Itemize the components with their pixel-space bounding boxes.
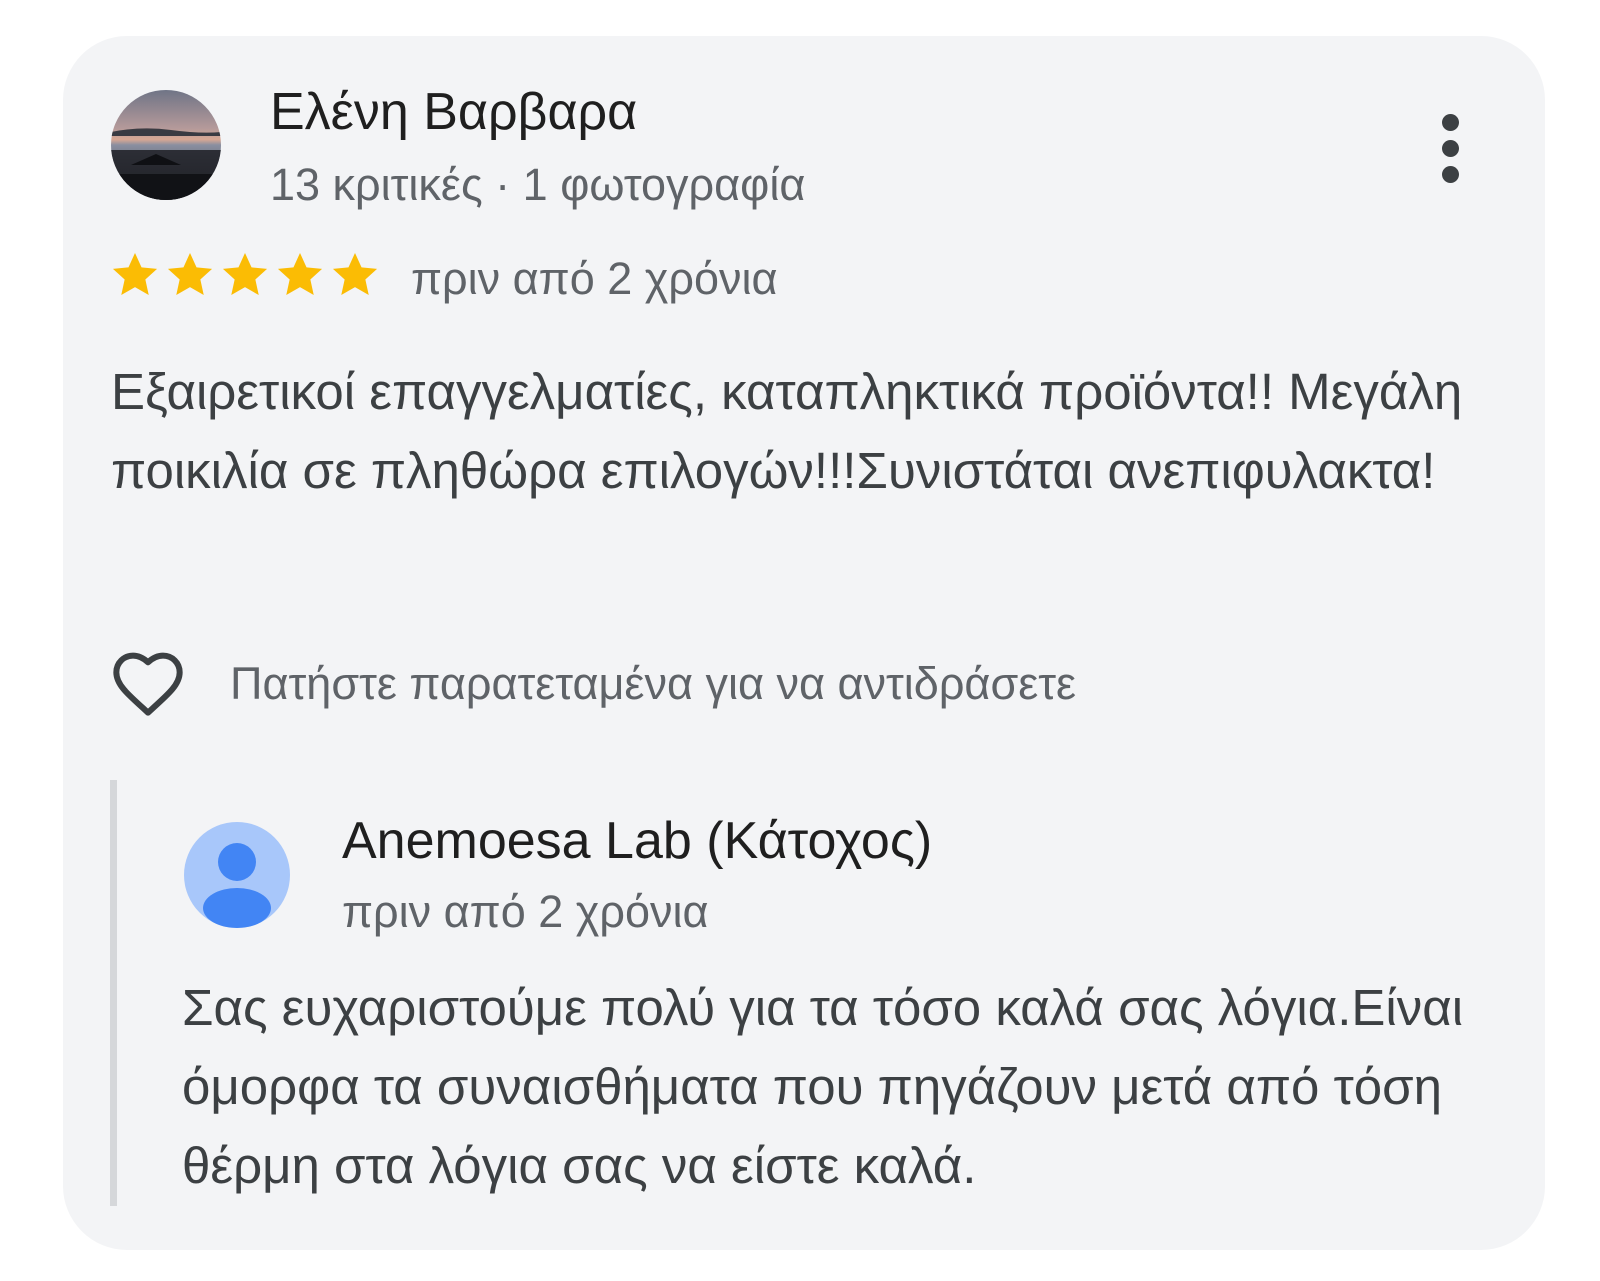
star-icon xyxy=(277,252,323,296)
heart-outline-icon xyxy=(113,652,183,716)
person-icon xyxy=(184,822,290,928)
reply-divider xyxy=(110,780,117,1206)
owner-reply-time: πριν από 2 χρόνια xyxy=(342,886,709,937)
owner-reply-text: Σας ευχαριστούμε πολύ για τα τόσο καλά σ… xyxy=(182,979,1464,1194)
review-time: πριν από 2 χρόνια xyxy=(411,253,778,304)
owner-avatar xyxy=(184,822,290,928)
star-icon xyxy=(112,252,158,296)
reviewer-name[interactable]: Ελένη Βαρβαρα xyxy=(270,82,637,142)
more-options-button[interactable] xyxy=(1425,108,1475,188)
reviewer-avatar[interactable] xyxy=(111,90,221,200)
react-hint: Πατήστε παρατεταμένα για να αντιδράσετε xyxy=(230,658,1077,709)
reviewer-meta: 13 κριτικές · 1 φωτογραφία xyxy=(270,159,806,210)
star-icon xyxy=(167,252,213,296)
review-text: Εξαιρετικοί επαγγελματίες, καταπληκτικά … xyxy=(111,363,1463,499)
owner-name: Anemoesa Lab (Κάτοχος) xyxy=(342,812,933,870)
star-icon xyxy=(332,252,378,296)
star-rating xyxy=(108,248,383,304)
star-icon xyxy=(222,252,268,296)
